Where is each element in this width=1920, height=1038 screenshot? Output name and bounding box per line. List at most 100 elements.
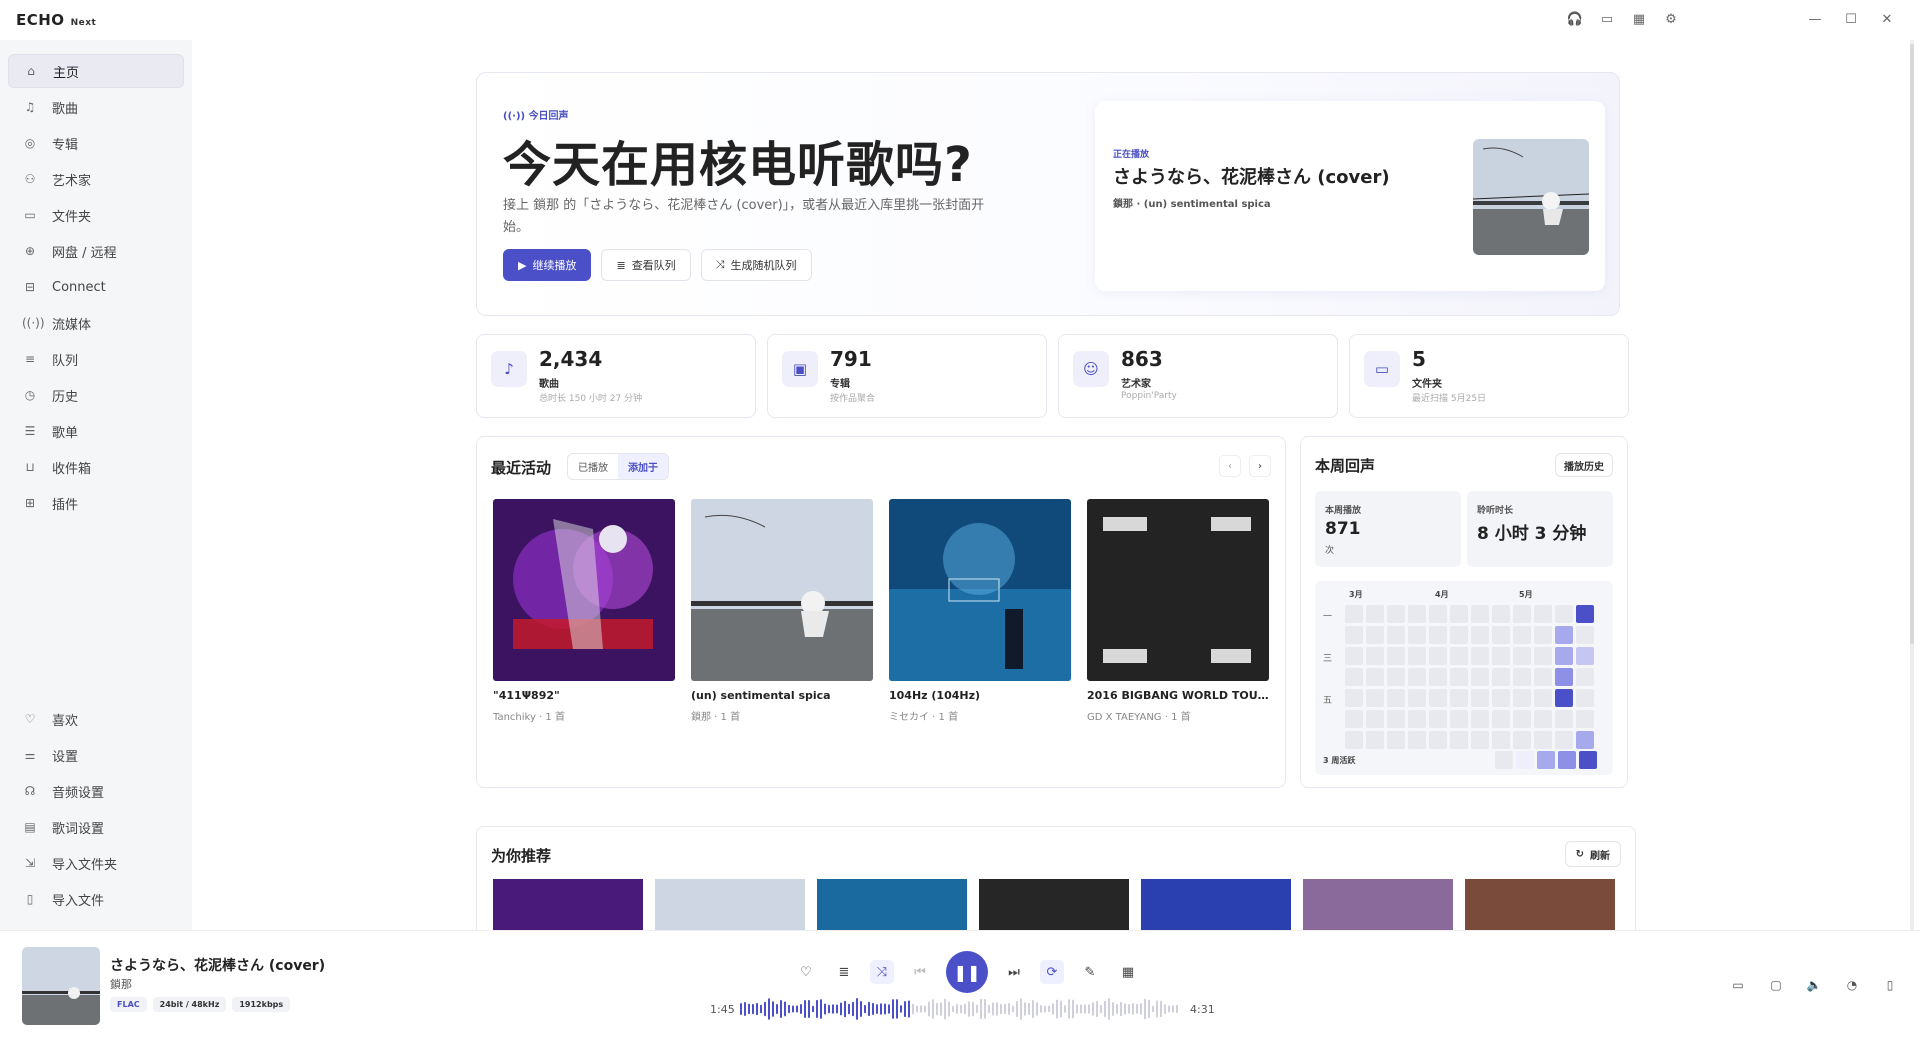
waveform-bar (912, 1003, 914, 1015)
waveform-bar (1148, 999, 1150, 1019)
recommend-cover[interactable] (655, 879, 805, 930)
sidebar-item-history[interactable]: ◷ 历史 (8, 378, 184, 412)
waveform-bar (772, 1001, 774, 1017)
heatmap-cell (1450, 668, 1468, 686)
previous-icon[interactable]: ⏮ (908, 960, 932, 984)
waveform-bar (776, 1004, 778, 1015)
album-card[interactable]: 104Hz (104Hz) ミセカイ · 1 首 (889, 499, 1071, 723)
recommend-cover[interactable] (1465, 879, 1615, 930)
sidebar-item-playlists[interactable]: ☰ 歌单 (8, 414, 184, 448)
volume-icon[interactable]: 🔈 (1804, 975, 1824, 995)
sidebar-item-artists[interactable]: ⚇ 艺术家 (8, 162, 184, 196)
random-queue-button[interactable]: ⤨ 生成随机队列 (700, 249, 812, 281)
heatmap-cell (1387, 647, 1405, 665)
stat-card-albums[interactable]: ▣ 791 专辑 按作品聚合 (767, 334, 1047, 418)
chevron-left-icon[interactable]: ‹ (1219, 455, 1241, 477)
heart-icon[interactable]: ♡ (794, 960, 818, 984)
sidebar-item-queue[interactable]: ≡ 队列 (8, 342, 184, 376)
pause-button[interactable]: ❚❚ (946, 951, 988, 993)
sidebar-item-favorites[interactable]: ♡ 喜欢 (8, 702, 184, 736)
film-icon[interactable]: ▦ (1630, 10, 1648, 28)
sidebar-item-remote[interactable]: ⊕ 网盘 / 远程 (8, 234, 184, 268)
next-icon[interactable]: ⏭ (1002, 960, 1026, 984)
file-info-icon[interactable]: ▯ (1880, 975, 1900, 995)
tab-played[interactable]: 已播放 (568, 454, 618, 479)
lyrics-settings-icon: ▤ (24, 820, 36, 834)
refresh-button[interactable]: ↻ 刷新 (1564, 841, 1621, 867)
recommend-cover[interactable] (1141, 879, 1291, 930)
heatmap-cell (1534, 647, 1552, 665)
sidebar-item-folders[interactable]: ▭ 文件夹 (8, 198, 184, 232)
chevron-right-icon[interactable]: › (1249, 455, 1271, 477)
heatmap-cell (1429, 710, 1447, 728)
player-bar: さようなら、花泥棒さん (cover) 鎖那 FLAC 24bit / 48kH… (0, 930, 1920, 1038)
elapsed-time: 1:45 (710, 1003, 735, 1016)
sidebar-item-inbox[interactable]: ⊔ 收件箱 (8, 450, 184, 484)
recommend-panel: 为你推荐 ↻ 刷新 (476, 826, 1636, 930)
view-queue-button[interactable]: ≣ 查看队列 (601, 249, 691, 281)
stat-card-folders[interactable]: ▭ 5 文件夹 最近扫描 5月25日 (1349, 334, 1629, 418)
sidebar-item-plugins[interactable]: ⊞ 插件 (8, 486, 184, 520)
captions-icon[interactable]: ▭ (1598, 10, 1616, 28)
album-card[interactable]: 2016 BIGBANG WORLD TOUR [... GD X TAEYAN… (1087, 499, 1269, 723)
week-plays-value: 871 (1325, 519, 1361, 539)
sidebar-item-home[interactable]: ⌂ 主页 (8, 54, 184, 88)
shuffle-icon[interactable]: ⤨ (870, 960, 894, 984)
heatmap-cell (1471, 605, 1489, 623)
sidebar-item-import-folder[interactable]: ⇲ 导入文件夹 (8, 846, 184, 880)
now-playing-card[interactable]: 正在播放 さようなら、花泥棒さん (cover) 鎖那 · (un) senti… (1095, 101, 1605, 291)
sidebar-item-songs[interactable]: ♫ 歌曲 (8, 90, 184, 124)
sidebar-item-audio-settings[interactable]: ☊ 音频设置 (8, 774, 184, 808)
headphones-icon[interactable]: 🎧 (1566, 10, 1584, 28)
edit-icon[interactable]: ✎ (1078, 960, 1102, 984)
speed-icon[interactable]: ◔ (1842, 975, 1862, 995)
continue-play-button[interactable]: ▶ 继续播放 (503, 249, 592, 281)
sidebar-item-label: Connect (52, 279, 106, 295)
heatmap-cell (1429, 626, 1447, 644)
heatmap-cell (1471, 710, 1489, 728)
album-card[interactable]: "411Ψ892" Tanchiky · 1 首 (493, 499, 675, 723)
waveform-bar (992, 1002, 994, 1016)
play-history-button[interactable]: 播放历史 (1555, 453, 1613, 477)
waveform-bar (812, 1005, 814, 1013)
recommend-cover[interactable] (1303, 879, 1453, 930)
stat-card-artists[interactable]: ☺ 863 艺术家 Poppin'Party (1058, 334, 1338, 418)
recommend-cover[interactable] (817, 879, 967, 930)
day-label: 一 (1323, 612, 1333, 622)
waveform-bar (1160, 1000, 1162, 1018)
repeat-icon[interactable]: ⟳ (1040, 960, 1064, 984)
stat-card-songs[interactable]: ♪ 2,434 歌曲 总时长 150 小时 27 分钟 (476, 334, 756, 418)
sidebar-item-settings[interactable]: ⚌ 设置 (8, 738, 184, 772)
waveform-progress[interactable] (740, 996, 1180, 1022)
tab-added[interactable]: 添加于 (618, 454, 668, 479)
close-button[interactable]: ✕ (1878, 10, 1896, 28)
heatmap-cell (1345, 668, 1363, 686)
sidebar-item-lyrics-settings[interactable]: ▤ 歌词设置 (8, 810, 184, 844)
stat-value: 863 (1121, 347, 1163, 371)
gear-icon[interactable]: ⚙ (1662, 10, 1680, 28)
sidebar-item-albums[interactable]: ◎ 专辑 (8, 126, 184, 160)
queue-icon[interactable]: ≣ (832, 960, 856, 984)
monitor-icon[interactable]: ▢ (1766, 975, 1786, 995)
album-sub: 鎖那 · 1 首 (691, 712, 741, 723)
album-title: (un) sentimental spica (691, 689, 831, 702)
waveform-bar (924, 1005, 926, 1013)
heatmap-cell (1513, 710, 1531, 728)
player-cover[interactable] (22, 947, 100, 1025)
sidebar-item-import-file[interactable]: ▯ 导入文件 (8, 882, 184, 916)
captions-icon[interactable]: ▭ (1728, 975, 1748, 995)
recommend-cover[interactable] (979, 879, 1129, 930)
sidebar-item-streaming[interactable]: ((·)) 流媒体 (8, 306, 184, 340)
film-icon[interactable]: ▦ (1116, 960, 1140, 984)
recent-activity-panel: 最近活动 已播放 添加于 ‹ › "411Ψ892" Tanchiky · 1 … (476, 436, 1286, 788)
waveform-bar (948, 1001, 950, 1017)
player-artist[interactable]: 鎖那 (110, 976, 132, 992)
maximize-button[interactable]: ☐ (1842, 10, 1860, 28)
minimize-button[interactable]: — (1806, 10, 1824, 28)
main-scrollbar[interactable] (1910, 40, 1914, 930)
waveform-bar (1104, 1000, 1106, 1018)
sidebar-item-connect[interactable]: ⊟ Connect (8, 270, 184, 304)
waveform-bar (780, 1000, 782, 1018)
recommend-cover[interactable] (493, 879, 643, 930)
album-card[interactable]: (un) sentimental spica 鎖那 · 1 首 (691, 499, 873, 723)
